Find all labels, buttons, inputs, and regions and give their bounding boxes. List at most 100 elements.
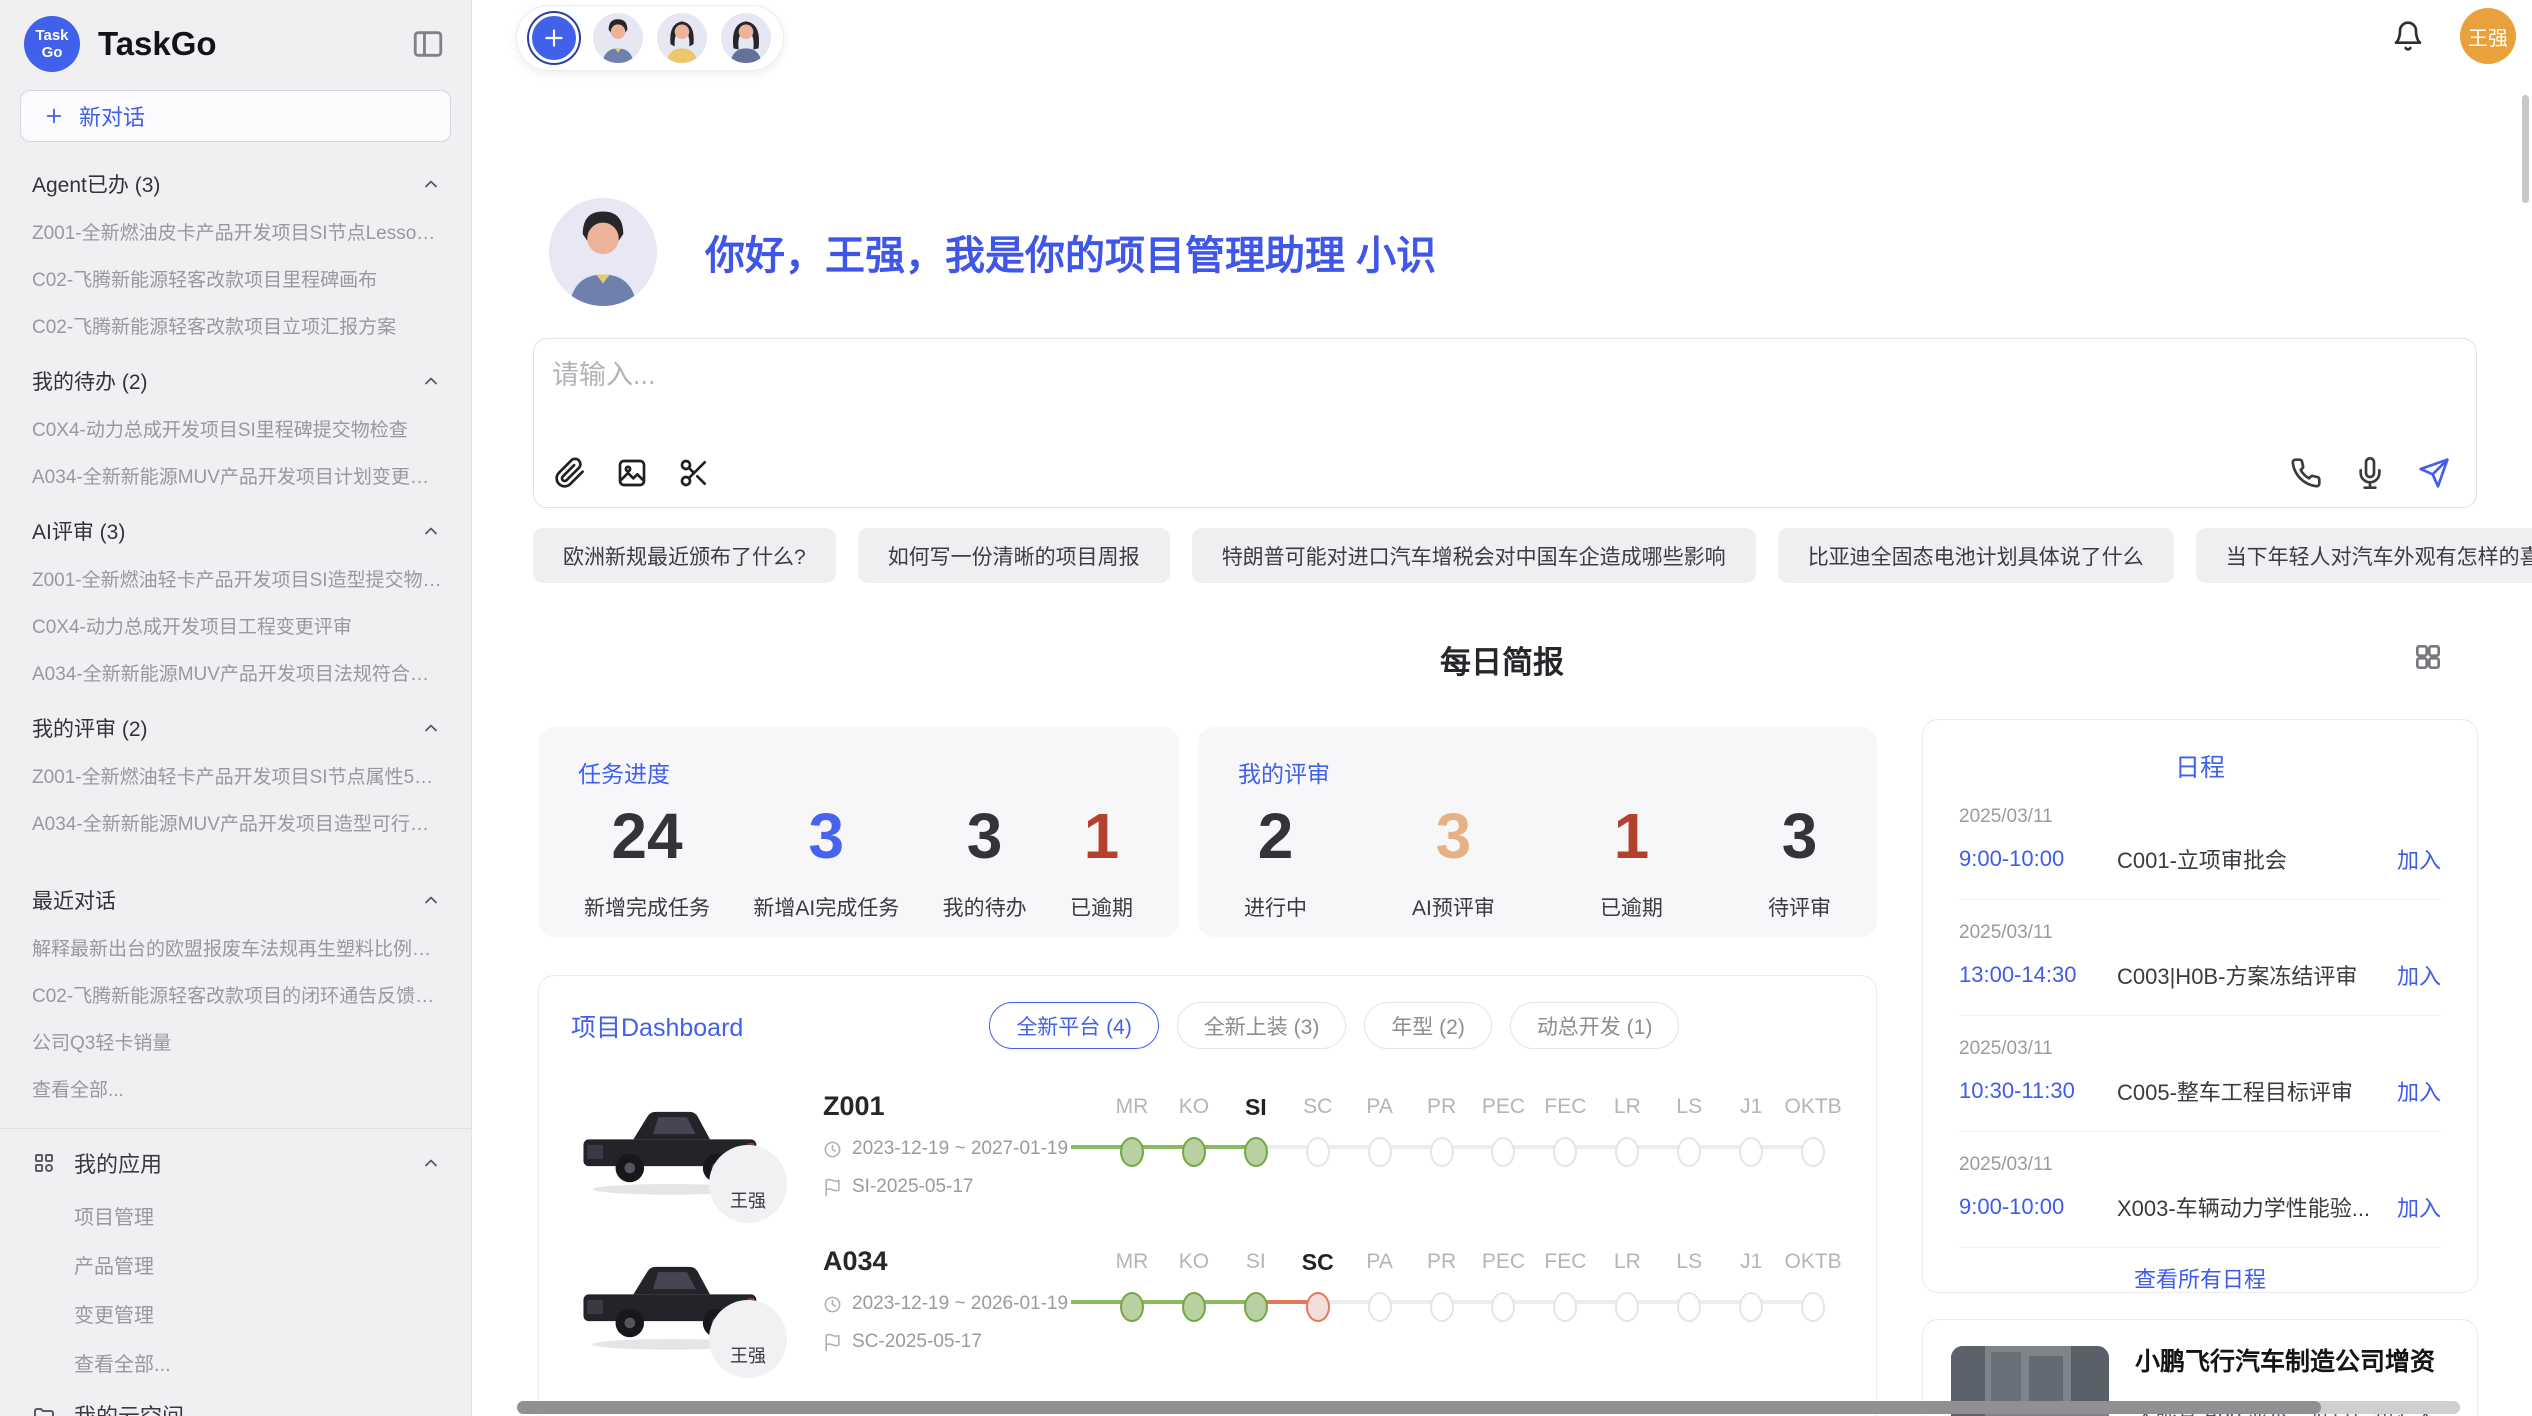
event-name: X003-车辆动力学性能验... <box>2117 1191 2383 1223</box>
list-item[interactable]: C02-飞腾新能源轻客改款项目立项汇报方案 <box>0 302 471 349</box>
group-header-recent-chats[interactable]: 最近对话 <box>0 868 471 924</box>
list-item[interactable]: C02-飞腾新能源轻客改款项目的闭环通告反馈情况 <box>0 971 471 1018</box>
sidebar-collapse-icon[interactable] <box>411 27 445 61</box>
stat-value: 24 <box>611 795 682 878</box>
tab-year-model[interactable]: 年型 (2) <box>1364 1002 1492 1049</box>
milestone-timeline: MR KO SI SC PA PR PEC FEC LR LS J1 OKTB <box>1101 1087 1844 1204</box>
group-header-ai-review[interactable]: AI评审 (3) <box>0 499 471 555</box>
group-header-agent-done[interactable]: Agent已办 (3) <box>0 152 471 208</box>
suggestion-chip[interactable]: 欧洲新规最近颁布了什么? <box>533 528 836 583</box>
stat-label: 已逾期 <box>1070 892 1133 922</box>
stat-value: 3 <box>809 795 845 878</box>
main-area: 王强 你好，王强，我是你的项目管理助理 小识 欧洲新规最近颁布了什么? 如何写一… <box>472 0 2532 1416</box>
list-item[interactable]: A034-全新新能源MUV产品开发项目计划变更表编写 <box>0 452 471 499</box>
chevron-up-icon <box>421 371 441 391</box>
milestone-dot <box>1677 1292 1701 1322</box>
stat-value: 3 <box>967 795 1003 878</box>
image-icon[interactable] <box>616 457 648 489</box>
list-item[interactable]: A034-全新新能源MUV产品开发项目法规符合性评审 <box>0 649 471 696</box>
project-info: Z001 2023-12-19 ~ 2027-01-19 SI-2025-05-… <box>823 1087 1101 1204</box>
milestone-dot <box>1430 1292 1454 1322</box>
milestone-dot <box>1553 1292 1577 1322</box>
plus-icon <box>541 25 567 51</box>
phone-icon[interactable] <box>2290 457 2322 489</box>
join-link[interactable]: 加入 <box>2397 843 2441 875</box>
view-all-chats-link[interactable]: 查看全部... <box>0 1065 471 1112</box>
view-all-schedule-link[interactable]: 查看所有日程 <box>1959 1248 2441 1294</box>
avatar[interactable] <box>657 13 707 63</box>
new-chat-button[interactable]: 新对话 <box>20 90 451 142</box>
microphone-icon[interactable] <box>2354 457 2386 489</box>
avatar[interactable] <box>721 13 771 63</box>
plus-icon <box>43 105 65 127</box>
sidebar-item-change-mgmt[interactable]: 变更管理 <box>0 1289 471 1338</box>
suggestion-chip[interactable]: 当下年轻人对汽车外观有怎样的喜好趋势 <box>2196 528 2532 583</box>
chevron-up-icon <box>421 521 441 541</box>
event-time: 13:00-14:30 <box>1959 962 2117 988</box>
sidebar-item-project-mgmt[interactable]: 项目管理 <box>0 1191 471 1240</box>
send-icon[interactable] <box>2418 457 2450 489</box>
user-avatar[interactable]: 王强 <box>2460 8 2516 64</box>
milestone-dot <box>1244 1292 1268 1322</box>
logo-text-top: Task <box>35 27 68 44</box>
sidebar-item-label: 我的云空间 <box>74 1399 184 1416</box>
tab-powertrain[interactable]: 动总开发 (1) <box>1510 1002 1680 1049</box>
join-link[interactable]: 加入 <box>2397 959 2441 991</box>
list-item[interactable]: C0X4-动力总成开发项目工程变更评审 <box>0 602 471 649</box>
sidebar-item-product-mgmt[interactable]: 产品管理 <box>0 1240 471 1289</box>
list-item[interactable]: 公司Q3轻卡销量 <box>0 1018 471 1065</box>
milestone-dot <box>1801 1292 1825 1322</box>
group-header-my-todo[interactable]: 我的待办 (2) <box>0 349 471 405</box>
suggestion-chip[interactable]: 如何写一份清晰的项目周报 <box>858 528 1170 583</box>
horizontal-scrollbar-track[interactable] <box>517 1401 2460 1414</box>
horizontal-scrollbar-thumb[interactable] <box>517 1401 2321 1414</box>
project-flag-milestone: SI-2025-05-17 <box>852 1176 973 1198</box>
list-item[interactable]: C02-飞腾新能源轻客改款项目里程碑画布 <box>0 255 471 302</box>
list-item[interactable]: Z001-全新燃油皮卡产品开发项目SI节点Lesson Learn报告 <box>0 208 471 255</box>
list-item[interactable]: Z001-全新燃油轻卡产品开发项目SI节点属性5D文件评审 <box>0 752 471 799</box>
layout-grid-icon[interactable] <box>2412 641 2444 673</box>
notification-bell-icon[interactable] <box>2392 20 2424 52</box>
group-header-my-review[interactable]: 我的评审 (2) <box>0 696 471 752</box>
milestone-dot <box>1306 1137 1330 1167</box>
list-item[interactable]: A034-全新新能源MUV产品开发项目造型可行性评审 <box>0 799 471 846</box>
greeting-text: 你好，王强，我是你的项目管理助理 小识 <box>705 223 1436 281</box>
sidebar-item-cloud-space[interactable]: 我的云空间 <box>0 1387 471 1416</box>
list-item[interactable]: C0X4-动力总成开发项目SI里程碑提交物检查 <box>0 405 471 452</box>
view-all-apps-link[interactable]: 查看全部... <box>0 1338 471 1387</box>
suggestion-chip[interactable]: 特朗普可能对进口汽车增税会对中国车企造成哪些影响 <box>1192 528 1756 583</box>
suggestion-chip[interactable]: 比亚迪全固态电池计划具体说了什么 <box>1778 528 2174 583</box>
tab-new-platform[interactable]: 全新平台 (4) <box>989 1002 1159 1049</box>
milestone-dot <box>1368 1292 1392 1322</box>
chat-input[interactable] <box>552 353 2252 443</box>
project-info: A034 2023-12-19 ~ 2026-01-19 SC-2025-05-… <box>823 1242 1101 1359</box>
list-item[interactable]: Z001-全新燃油轻卡产品开发项目SI造型提交物评审 <box>0 555 471 602</box>
stat-label: AI预评审 <box>1412 892 1495 922</box>
stat: 3 新增AI完成任务 <box>753 795 899 922</box>
join-link[interactable]: 加入 <box>2397 1075 2441 1107</box>
stat-value: 3 <box>1436 795 1472 878</box>
stat-value: 1 <box>1614 795 1650 878</box>
sidebar-item-my-apps[interactable]: 我的应用 <box>0 1135 471 1191</box>
event-date: 2025/03/11 <box>1959 806 2441 828</box>
join-link[interactable]: 加入 <box>2397 1191 2441 1223</box>
scissors-icon[interactable] <box>678 457 710 489</box>
stat: 1 已逾期 <box>1070 795 1133 922</box>
vertical-scrollbar-thumb[interactable] <box>2522 95 2529 203</box>
composer-attachments <box>554 457 710 489</box>
stat: 3 我的待办 <box>943 795 1027 922</box>
project-row[interactable]: 王强 Z001 2023-12-19 ~ 2027-01-19 SI-2025-… <box>571 1087 1844 1204</box>
stat-label: 待评审 <box>1768 892 1831 922</box>
project-row[interactable]: 王强 A034 2023-12-19 ~ 2026-01-19 SC-2025-… <box>571 1242 1844 1359</box>
project-code: Z001 <box>823 1091 1101 1122</box>
tab-new-body[interactable]: 全新上装 (3) <box>1177 1002 1347 1049</box>
stat-value: 1 <box>1084 795 1120 878</box>
card-title: 我的评审 <box>1238 755 1837 789</box>
apps-grid-icon <box>32 1151 56 1175</box>
milestone-dot <box>1739 1137 1763 1167</box>
paperclip-icon[interactable] <box>554 457 586 489</box>
dashboard-title: 项目Dashboard <box>571 1008 743 1044</box>
avatar[interactable] <box>593 13 643 63</box>
add-agent-button[interactable] <box>529 13 579 63</box>
list-item[interactable]: 解释最新出台的欧盟报废车法规再生塑料比例被调至15%... <box>0 924 471 971</box>
